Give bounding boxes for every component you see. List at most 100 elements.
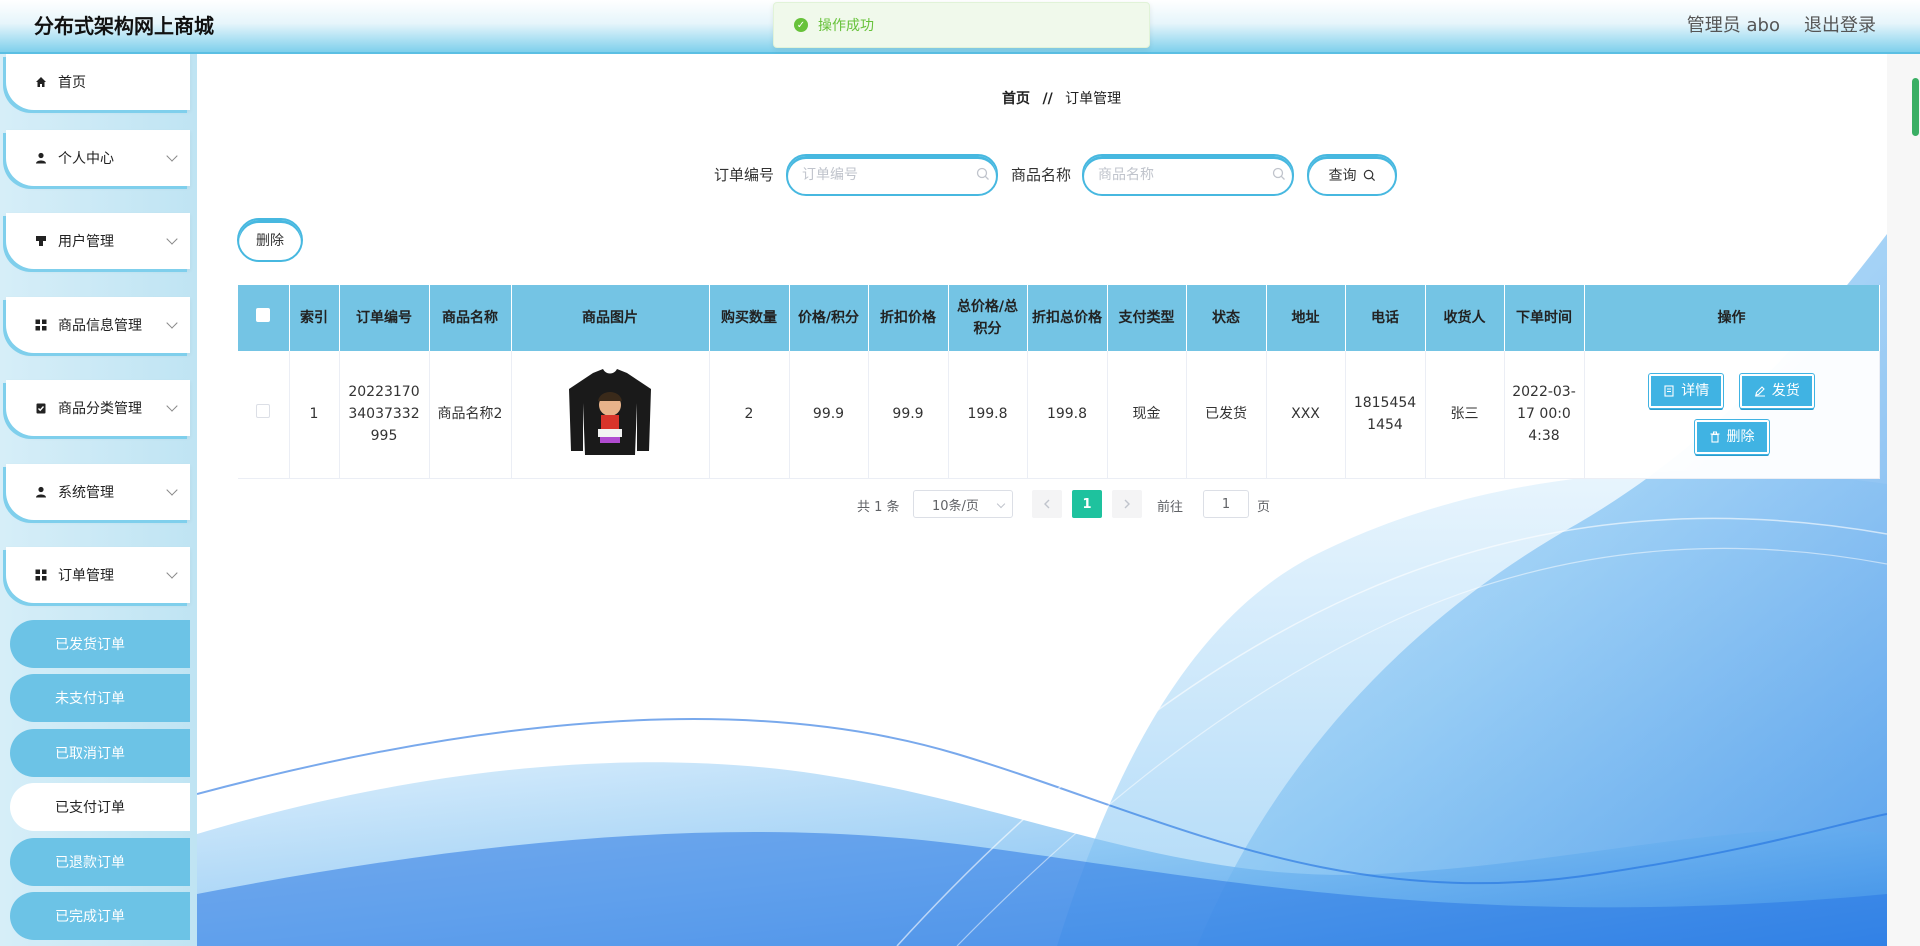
table-header-row: 索引 订单编号 商品名称 商品图片 购买数量 价格/积分 折扣价格 总价格/总积… bbox=[238, 285, 1880, 351]
sidebar-item-product-category[interactable]: 商品分类管理 bbox=[6, 380, 190, 436]
row-select-cell[interactable] bbox=[238, 351, 290, 479]
column-header: 收货人 bbox=[1425, 285, 1505, 351]
chevron-down-icon bbox=[166, 567, 178, 579]
ship-button[interactable]: 发货 bbox=[1739, 374, 1814, 409]
detail-button[interactable]: 详情 bbox=[1649, 374, 1724, 409]
sidebar-sub-shipped-orders[interactable]: 已发货订单 bbox=[10, 620, 190, 668]
edit-icon bbox=[1754, 386, 1765, 397]
clipboard-icon bbox=[34, 401, 48, 415]
table-row: 1 2022317034037332995 商品名称2 2 99.9 99.9 … bbox=[238, 351, 1880, 479]
cell-address: XXX bbox=[1266, 351, 1346, 479]
select-all-cell[interactable] bbox=[238, 285, 290, 351]
sidebar-sub-label: 已取消订单 bbox=[55, 746, 125, 762]
sidebar-item-product-info[interactable]: 商品信息管理 bbox=[6, 297, 190, 353]
goto-page-input[interactable] bbox=[1203, 490, 1249, 518]
chevron-down-icon bbox=[166, 317, 178, 329]
cell-order-time: 2022-03-17 00:04:38 bbox=[1504, 351, 1585, 479]
page-scrollbar[interactable] bbox=[1887, 54, 1920, 946]
sidebar-item-user-management[interactable]: 用户管理 bbox=[6, 213, 190, 269]
query-button[interactable]: 查询 bbox=[1307, 154, 1397, 196]
cell-product-image bbox=[511, 351, 710, 479]
header-right: 管理员 abo 退出登录 bbox=[1687, 11, 1876, 37]
chevron-down-icon bbox=[166, 400, 178, 412]
sidebar-sub-paid-orders[interactable]: 已支付订单 bbox=[10, 783, 190, 831]
column-header: 商品名称 bbox=[429, 285, 512, 351]
sidebar-item-label: 商品分类管理 bbox=[58, 401, 142, 417]
sidebar-item-home[interactable]: 首页 bbox=[6, 54, 190, 110]
sidebar-sub-unpaid-orders[interactable]: 未支付订单 bbox=[10, 674, 190, 722]
sidebar-item-personal-center[interactable]: 个人中心 bbox=[6, 130, 190, 186]
cell-quantity: 2 bbox=[709, 351, 790, 479]
cell-total-price: 199.8 bbox=[948, 351, 1028, 479]
user-icon bbox=[34, 151, 48, 165]
sidebar-item-label: 订单管理 bbox=[58, 568, 114, 584]
document-icon bbox=[1664, 385, 1674, 397]
logout-link[interactable]: 退出登录 bbox=[1804, 11, 1876, 37]
column-header: 订单编号 bbox=[339, 285, 430, 351]
order-no-label: 订单编号 bbox=[714, 166, 775, 184]
breadcrumb-current: 订单管理 bbox=[1065, 91, 1122, 107]
column-header: 电话 bbox=[1345, 285, 1426, 351]
sidebar-sub-completed-orders[interactable]: 已完成订单 bbox=[10, 892, 190, 940]
cell-discount-price: 99.9 bbox=[868, 351, 949, 479]
column-header: 地址 bbox=[1266, 285, 1346, 351]
cell-phone: 18154541454 bbox=[1345, 351, 1426, 479]
page-size-value: 10条/页 bbox=[932, 498, 979, 514]
column-header: 折扣价格 bbox=[868, 285, 949, 351]
sidebar-sub-cancelled-orders[interactable]: 已取消订单 bbox=[10, 729, 190, 777]
product-name-label: 商品名称 bbox=[1011, 166, 1072, 184]
chevron-right-icon bbox=[1124, 499, 1130, 509]
select-all-checkbox[interactable] bbox=[256, 308, 271, 322]
search-icon bbox=[1363, 169, 1375, 181]
check-circle-icon: ✓ bbox=[794, 18, 808, 32]
batch-delete-button[interactable]: 删除 bbox=[237, 218, 303, 262]
main-content: 首页 // 订单管理 订单编号 商品名称 查询 删除 索引 bbox=[197, 54, 1887, 946]
row-checkbox[interactable] bbox=[256, 404, 271, 419]
chevron-down-icon bbox=[166, 150, 178, 162]
sidebar-sub-label: 已退款订单 bbox=[55, 855, 125, 871]
cell-status: 已发货 bbox=[1186, 351, 1267, 479]
admin-label[interactable]: 管理员 abo bbox=[1687, 11, 1780, 37]
column-header: 总价格/总积分 bbox=[948, 285, 1028, 351]
next-page-button[interactable] bbox=[1112, 490, 1142, 518]
column-header: 索引 bbox=[289, 285, 340, 351]
brand-title: 分布式架构网上商城 bbox=[34, 14, 214, 38]
product-name-input[interactable] bbox=[1082, 154, 1294, 196]
sidebar-sub-label: 已完成订单 bbox=[55, 909, 125, 925]
page-size-select[interactable]: 10条/页 bbox=[913, 490, 1013, 518]
grid-icon bbox=[34, 568, 48, 582]
grid-icon bbox=[34, 318, 48, 332]
column-header: 支付类型 bbox=[1107, 285, 1187, 351]
column-header: 操作 bbox=[1584, 285, 1880, 351]
sidebar-item-label: 用户管理 bbox=[58, 234, 114, 250]
sidebar-item-system-management[interactable]: 系统管理 bbox=[6, 464, 190, 520]
ship-button-label: 发货 bbox=[1771, 383, 1800, 400]
sidebar-item-order-management[interactable]: 订单管理 bbox=[6, 547, 190, 603]
sidebar-sub-refunded-orders[interactable]: 已退款订单 bbox=[10, 838, 190, 886]
scrollbar-thumb[interactable] bbox=[1912, 78, 1919, 136]
cell-price: 99.9 bbox=[789, 351, 869, 479]
search-icon bbox=[976, 167, 989, 180]
sidebar-sub-label: 未支付订单 bbox=[55, 691, 125, 707]
order-no-input[interactable] bbox=[786, 154, 998, 196]
breadcrumb: 首页 // 订单管理 bbox=[1002, 88, 1121, 108]
chevron-down-icon bbox=[996, 499, 1006, 509]
sidebar-item-label: 系统管理 bbox=[58, 485, 114, 501]
chevron-left-icon bbox=[1044, 499, 1050, 509]
cell-pay-type: 现金 bbox=[1107, 351, 1187, 479]
user-icon bbox=[34, 485, 48, 499]
delete-row-button[interactable]: 删除 bbox=[1694, 420, 1769, 455]
detail-button-label: 详情 bbox=[1681, 383, 1710, 400]
query-button-label: 查询 bbox=[1328, 168, 1357, 184]
sidebar-item-label: 个人中心 bbox=[58, 151, 114, 167]
chevron-down-icon bbox=[166, 233, 178, 245]
pagination: 共 1 条 10条/页 1 前往 页 bbox=[197, 490, 1887, 520]
pagination-total: 共 1 条 bbox=[857, 500, 900, 515]
breadcrumb-home[interactable]: 首页 bbox=[1002, 91, 1030, 107]
cell-order-no: 2022317034037332995 bbox=[339, 351, 430, 479]
cell-index: 1 bbox=[289, 351, 340, 479]
search-icon bbox=[1272, 167, 1285, 180]
prev-page-button[interactable] bbox=[1032, 490, 1062, 518]
page-number-button[interactable]: 1 bbox=[1072, 490, 1102, 518]
page-unit-label: 页 bbox=[1257, 500, 1271, 515]
